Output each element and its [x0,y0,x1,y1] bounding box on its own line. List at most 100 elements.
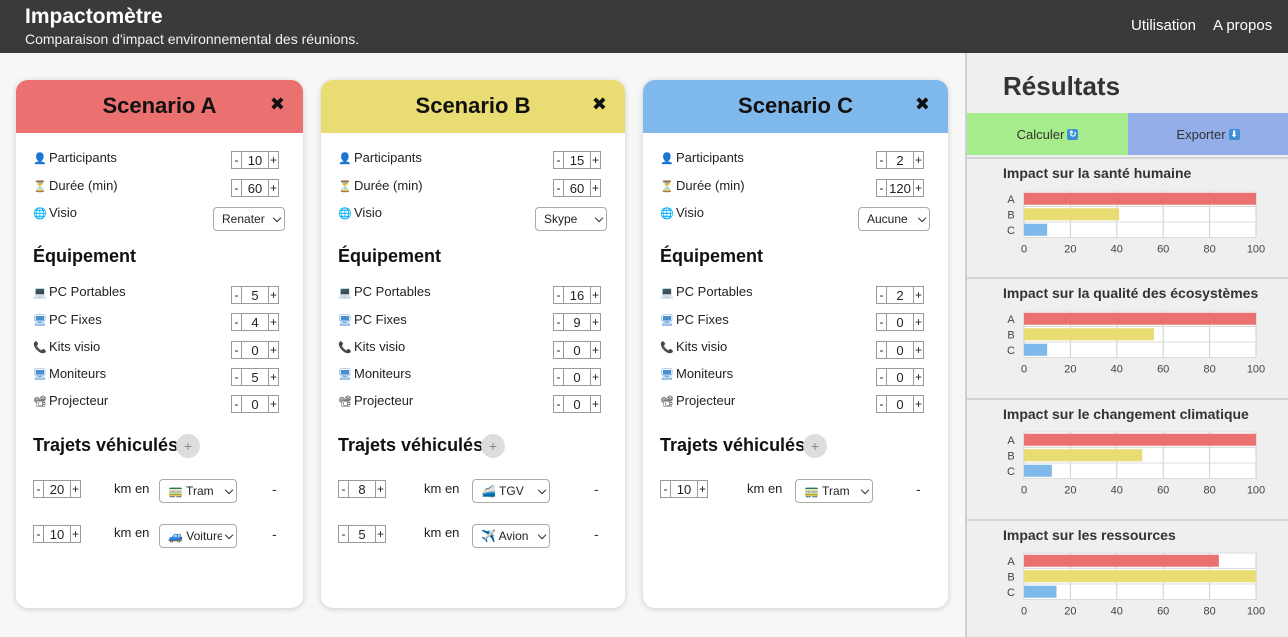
decrement-button[interactable]: - [876,341,887,359]
increment-button[interactable]: + [268,151,279,169]
trajet-km-stepper[interactable]: - 10 + [33,525,81,543]
moniteurs-stepper[interactable]: - 0 + [876,368,924,386]
trajet-km-stepper[interactable]: - 5 + [338,525,386,543]
add-trajet-button[interactable]: + [176,434,200,458]
increment-button[interactable]: + [913,286,924,304]
duree-value[interactable]: 60 [564,179,590,197]
increment-button[interactable]: + [375,480,386,498]
increment-button[interactable]: + [268,368,279,386]
decrement-button[interactable]: - [553,368,564,386]
moniteurs-stepper[interactable]: - 0 + [553,368,601,386]
pc-portables-value[interactable]: 16 [564,286,590,304]
pc-fixes-value[interactable]: 4 [242,313,268,331]
trajet-km-stepper[interactable]: - 10 + [660,480,708,498]
decrement-button[interactable]: - [876,179,887,197]
moniteurs-value[interactable]: 0 [564,368,590,386]
pc-portables-stepper[interactable]: - 2 + [876,286,924,304]
increment-button[interactable]: + [70,525,81,543]
trajet-mode-select[interactable]: 🚙 Voiture ⌵ [159,524,237,548]
participants-value[interactable]: 15 [564,151,590,169]
increment-button[interactable]: + [590,151,601,169]
increment-button[interactable]: + [375,525,386,543]
visio-select[interactable]: Aucune ⌵ [858,207,930,231]
increment-button[interactable]: + [590,395,601,413]
nav-apropos-link[interactable]: A propos [1213,17,1272,34]
exporter-button[interactable]: Exporter ⬇ [1128,113,1288,155]
pc-fixes-stepper[interactable]: - 4 + [231,313,279,331]
increment-button[interactable]: + [913,368,924,386]
close-scenario-button[interactable]: ✖ [915,94,930,115]
decrement-button[interactable]: - [553,341,564,359]
decrement-button[interactable]: - [231,313,242,331]
trajet-mode-select[interactable]: 🚃 Tram ⌵ [795,479,873,503]
trajet-km-value[interactable]: 8 [349,480,375,498]
increment-button[interactable]: + [268,341,279,359]
pc-portables-stepper[interactable]: - 5 + [231,286,279,304]
participants-stepper[interactable]: - 10 + [231,151,279,169]
increment-button[interactable]: + [268,286,279,304]
trajet-km-value[interactable]: 20 [44,480,70,498]
duree-value[interactable]: 120 [887,179,913,197]
remove-trajet-button[interactable]: - [594,481,599,497]
increment-button[interactable]: + [268,179,279,197]
projecteur-stepper[interactable]: - 0 + [553,395,601,413]
participants-value[interactable]: 2 [887,151,913,169]
participants-stepper[interactable]: - 2 + [876,151,924,169]
increment-button[interactable]: + [590,286,601,304]
decrement-button[interactable]: - [876,395,887,413]
increment-button[interactable]: + [590,179,601,197]
moniteurs-value[interactable]: 5 [242,368,268,386]
increment-button[interactable]: + [913,151,924,169]
pc-fixes-stepper[interactable]: - 0 + [876,313,924,331]
add-trajet-button[interactable]: + [481,434,505,458]
decrement-button[interactable]: - [231,368,242,386]
decrement-button[interactable]: - [876,313,887,331]
pc-fixes-value[interactable]: 9 [564,313,590,331]
increment-button[interactable]: + [268,395,279,413]
trajet-mode-select[interactable]: ✈️ Avion ⌵ [472,524,550,548]
increment-button[interactable]: + [913,395,924,413]
kits-visio-stepper[interactable]: - 0 + [876,341,924,359]
close-scenario-button[interactable]: ✖ [270,94,285,115]
increment-button[interactable]: + [590,313,601,331]
trajet-km-value[interactable]: 10 [671,480,697,498]
add-trajet-button[interactable]: + [803,434,827,458]
duree-stepper[interactable]: - 60 + [553,179,601,197]
increment-button[interactable]: + [590,341,601,359]
decrement-button[interactable]: - [231,151,242,169]
pc-portables-value[interactable]: 5 [242,286,268,304]
duree-stepper[interactable]: - 120 + [876,179,924,197]
increment-button[interactable]: + [697,480,708,498]
projecteur-stepper[interactable]: - 0 + [231,395,279,413]
participants-stepper[interactable]: - 15 + [553,151,601,169]
increment-button[interactable]: + [70,480,81,498]
decrement-button[interactable]: - [553,286,564,304]
decrement-button[interactable]: - [876,368,887,386]
decrement-button[interactable]: - [876,151,887,169]
kits-visio-value[interactable]: 0 [564,341,590,359]
pc-fixes-stepper[interactable]: - 9 + [553,313,601,331]
visio-select[interactable]: Renater ⌵ [213,207,285,231]
decrement-button[interactable]: - [338,525,349,543]
close-scenario-button[interactable]: ✖ [592,94,607,115]
trajet-mode-select[interactable]: 🚃 Tram ⌵ [159,479,237,503]
projecteur-value[interactable]: 0 [564,395,590,413]
moniteurs-value[interactable]: 0 [887,368,913,386]
kits-visio-stepper[interactable]: - 0 + [231,341,279,359]
trajet-km-value[interactable]: 10 [44,525,70,543]
nav-utilisation-link[interactable]: Utilisation [1131,17,1196,34]
trajet-km-stepper[interactable]: - 8 + [338,480,386,498]
kits-visio-value[interactable]: 0 [242,341,268,359]
decrement-button[interactable]: - [231,286,242,304]
decrement-button[interactable]: - [231,179,242,197]
remove-trajet-button[interactable]: - [272,481,277,497]
decrement-button[interactable]: - [553,179,564,197]
increment-button[interactable]: + [913,341,924,359]
calculer-button[interactable]: Calculer ↻ [967,113,1128,155]
decrement-button[interactable]: - [33,480,44,498]
remove-trajet-button[interactable]: - [916,481,921,497]
pc-fixes-value[interactable]: 0 [887,313,913,331]
pc-portables-value[interactable]: 2 [887,286,913,304]
visio-select[interactable]: Skype ⌵ [535,207,607,231]
decrement-button[interactable]: - [553,151,564,169]
